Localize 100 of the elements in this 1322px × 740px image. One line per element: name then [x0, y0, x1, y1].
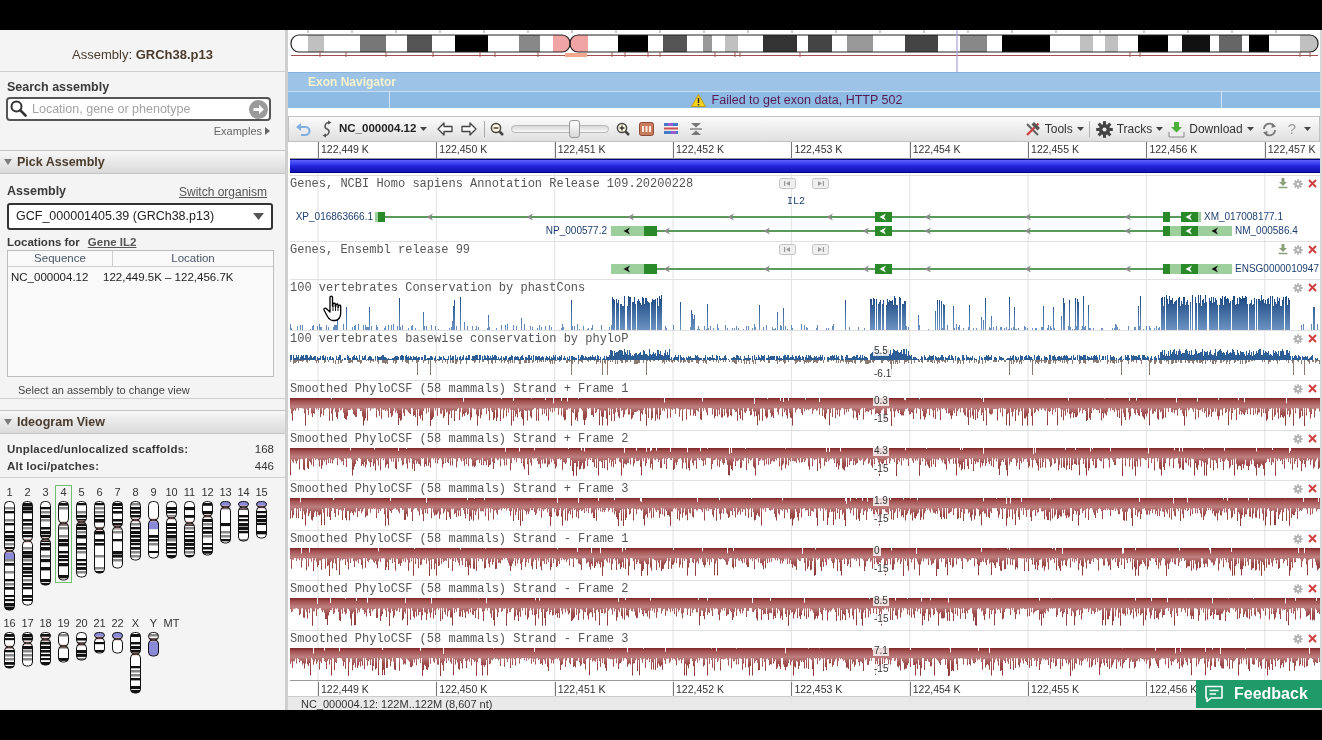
- arrow-right-icon[interactable]: [461, 122, 478, 136]
- track-title: Smoothed PhyloCSF (58 mammals) Strand + Frame 2: [290, 431, 629, 446]
- arrow-circle-icon[interactable]: [249, 99, 268, 119]
- chromosome-button[interactable]: X: [127, 616, 144, 696]
- slider-thumb[interactable]: [568, 120, 580, 138]
- gear-icon[interactable]: [1293, 633, 1303, 644]
- section-header[interactable]: Ideogram View: [0, 410, 285, 434]
- close-icon[interactable]: [1308, 384, 1317, 393]
- zoom-in-icon[interactable]: [616, 122, 631, 136]
- skip-back-icon[interactable]: [779, 244, 796, 255]
- chromosome-button[interactable]: 19: [55, 616, 72, 665]
- chromosome-button[interactable]: 18: [37, 616, 54, 668]
- download-icon[interactable]: [1278, 244, 1288, 255]
- download-icon[interactable]: [1278, 178, 1288, 189]
- close-icon[interactable]: [1308, 334, 1317, 343]
- transcript-label[interactable]: NP_000577.2: [545, 225, 607, 237]
- close-icon[interactable]: [1308, 584, 1317, 593]
- menu-button[interactable]: Tools: [1023, 119, 1084, 139]
- skip-forward-icon[interactable]: [812, 244, 829, 255]
- tile-icon[interactable]: [639, 122, 655, 136]
- ruler-label: 122,454 K: [912, 683, 961, 695]
- triangle-right-icon[interactable]: [265, 127, 270, 135]
- hint-text: Select an assembly to change view: [17, 384, 191, 397]
- s-curve-arrow-icon[interactable]: [321, 120, 333, 138]
- chromosome-button[interactable]: 5: [73, 485, 90, 580]
- arrow-left-icon[interactable]: [437, 122, 454, 136]
- transcript-label[interactable]: XP_016863666.1: [295, 211, 373, 223]
- examples-link[interactable]: Examples: [213, 124, 262, 138]
- sequence-dropdown[interactable]: NC_000004.12: [339, 120, 428, 138]
- close-icon[interactable]: [1308, 245, 1317, 254]
- menu-button[interactable]: Tracks: [1095, 119, 1164, 139]
- chromosome-button[interactable]: 14: [235, 485, 252, 544]
- chromosome-button[interactable]: 21: [91, 616, 108, 656]
- gear-icon[interactable]: [1293, 333, 1303, 344]
- axis-label: -15: [873, 614, 890, 624]
- transcript-label[interactable]: NM_000586.4: [1235, 225, 1298, 237]
- gear-icon[interactable]: [1293, 383, 1303, 394]
- close-icon[interactable]: [1308, 179, 1317, 188]
- chromosome-icon: [58, 632, 69, 663]
- chromosome-button[interactable]: 2: [19, 485, 36, 608]
- gear-icon[interactable]: [1293, 178, 1303, 189]
- chromosome-button[interactable]: 20: [73, 616, 90, 663]
- skip-back-icon[interactable]: [779, 178, 796, 189]
- chromosome-icon: [94, 501, 105, 574]
- chromosome-icon: [58, 501, 69, 581]
- switch-organism-link[interactable]: Switch organism: [178, 182, 267, 201]
- transcript-label[interactable]: ENSG0000010947: [1235, 263, 1319, 275]
- chromosome-button[interactable]: 13: [217, 485, 234, 546]
- gear-icon[interactable]: [1293, 282, 1303, 293]
- gene-link[interactable]: Gene IL2: [87, 234, 137, 252]
- collapse-icon[interactable]: [689, 122, 704, 136]
- gear-icon[interactable]: [1293, 433, 1303, 444]
- chromosome-button[interactable]: 8: [127, 485, 144, 563]
- chromosome-button[interactable]: 4: [55, 485, 72, 583]
- transcript-label[interactable]: XM_017008177.1: [1204, 211, 1283, 223]
- chromosome-icon: [40, 632, 51, 666]
- close-icon[interactable]: [1308, 534, 1317, 543]
- caret-down-icon: [1304, 127, 1311, 131]
- gear-icon[interactable]: [1293, 583, 1303, 594]
- chromosome-button[interactable]: 17: [19, 616, 36, 669]
- gear-icon[interactable]: [1293, 533, 1303, 544]
- chromosome-button[interactable]: Y: [145, 616, 162, 659]
- feedback-button[interactable]: Feedback: [1196, 680, 1322, 708]
- section-header[interactable]: Pick Assembly: [0, 150, 285, 174]
- zoom-out-icon[interactable]: [490, 122, 505, 136]
- close-icon[interactable]: [1308, 434, 1317, 443]
- axis-label: 0: [873, 546, 881, 556]
- chromosome-button[interactable]: 22: [109, 616, 126, 656]
- chromosome-button[interactable]: MT: [163, 616, 180, 631]
- chromosome-button[interactable]: 12: [199, 485, 216, 558]
- chromosome-button[interactable]: 15: [253, 485, 270, 541]
- close-icon[interactable]: [1308, 634, 1317, 643]
- close-icon[interactable]: [1308, 283, 1317, 292]
- gear-icon[interactable]: [1293, 244, 1303, 255]
- status-text: NC_000004.12: 122M..122M (8,607 nt): [301, 697, 493, 710]
- striped-bars-icon[interactable]: [663, 122, 680, 136]
- chromosome-icon: [166, 501, 177, 559]
- column-header: Sequence: [8, 251, 113, 266]
- ruler-label: 122,450 K: [439, 143, 488, 155]
- gene-label: IL2: [787, 196, 805, 208]
- ruler-label: 122,450 K: [439, 683, 488, 695]
- close-icon[interactable]: [1308, 484, 1317, 493]
- undo-icon[interactable]: [295, 122, 311, 136]
- chromosome-button[interactable]: 10: [163, 485, 180, 561]
- chromosome-button[interactable]: 6: [91, 485, 108, 576]
- hammer-wrench-icon: [1023, 120, 1041, 138]
- chromosome-button[interactable]: 9: [145, 485, 162, 561]
- chromosome-button[interactable]: 1: [1, 485, 18, 613]
- chromosome-button[interactable]: 16: [1, 616, 18, 671]
- skip-forward-icon[interactable]: [812, 178, 829, 189]
- chromosome-button[interactable]: 3: [37, 485, 54, 588]
- refresh-icon[interactable]: [1260, 120, 1278, 138]
- chromosome-button[interactable]: 11: [181, 485, 198, 560]
- assembly-select[interactable]: GCF_000001405.39 (GRCh38.p13): [7, 203, 273, 230]
- search-field[interactable]: Location, gene or phenotype: [6, 97, 271, 121]
- ruler-label: 122,457 K: [1267, 143, 1316, 155]
- chromosome-button[interactable]: 7: [109, 485, 126, 571]
- gear-icon[interactable]: [1293, 483, 1303, 494]
- menu-button[interactable]: Download: [1168, 119, 1254, 139]
- panel-title: Exon Navigator: [308, 74, 397, 90]
